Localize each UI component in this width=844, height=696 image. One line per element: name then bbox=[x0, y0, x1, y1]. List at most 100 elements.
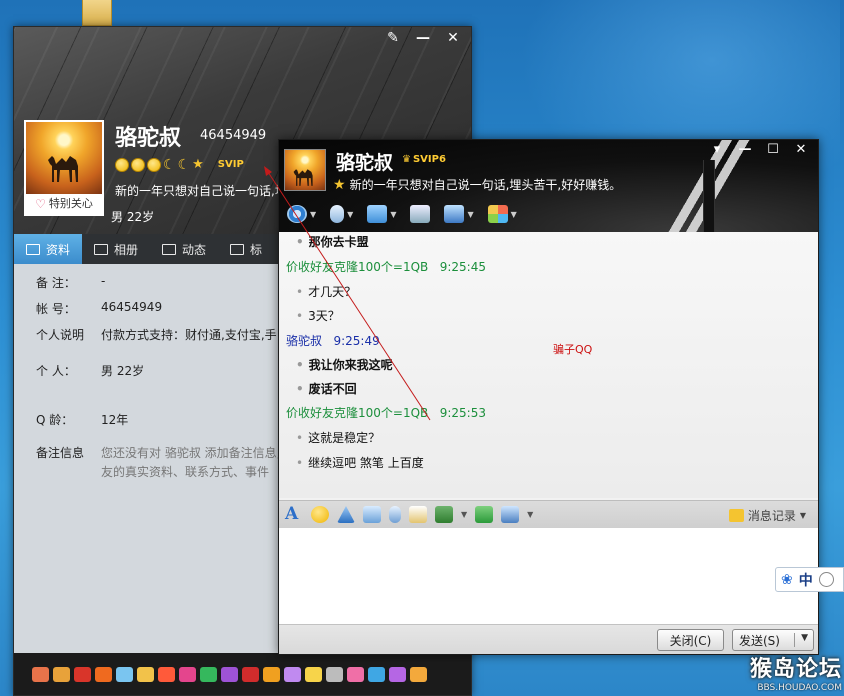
sender-name[interactable]: 价收好友克隆100个=1QB bbox=[286, 260, 428, 274]
tab-tags[interactable]: 标 bbox=[218, 234, 274, 264]
video-call-button[interactable]: ▼ bbox=[287, 205, 316, 223]
maximize-button[interactable]: ☐ bbox=[760, 141, 786, 159]
minimize-button[interactable]: — bbox=[732, 141, 758, 159]
rose-diamond-icon[interactable] bbox=[347, 666, 364, 682]
menu-button[interactable]: ▾ bbox=[704, 141, 730, 159]
voice-message-icon[interactable] bbox=[389, 506, 401, 523]
contact-avatar[interactable] bbox=[284, 149, 326, 191]
info-description: 个人说明 付款方式支持：财付通,支付宝,手 bbox=[36, 326, 277, 343]
tab-label: 动态 bbox=[182, 242, 207, 257]
red-diamond-icon[interactable] bbox=[74, 666, 91, 682]
info-account: 帐 号： 46454949 bbox=[36, 300, 162, 317]
skin-button[interactable]: ✎ bbox=[379, 29, 407, 47]
paw-icon[interactable]: ❀ bbox=[781, 572, 793, 588]
message-body: 才几天？ bbox=[286, 283, 356, 300]
close-chat-button[interactable]: 关闭(C) bbox=[657, 629, 724, 651]
emoji-icon[interactable] bbox=[311, 506, 329, 523]
ime-toolbar[interactable]: ❀ 中 bbox=[775, 567, 844, 592]
message-header: 价收好友克隆100个=1QB 9:25:53 bbox=[286, 404, 486, 421]
profile-signature: 新的一年只想对自己说一句话,埋 bbox=[115, 184, 287, 198]
svip-label: SVIP6 bbox=[412, 154, 446, 165]
close-button[interactable]: ✕ bbox=[439, 29, 467, 47]
tab-label: 相册 bbox=[114, 242, 139, 257]
contact-name[interactable]: 骆驼叔 bbox=[336, 148, 393, 175]
camel-icon bbox=[48, 156, 78, 182]
voice-call-button[interactable]: ▼ bbox=[330, 205, 353, 223]
avatar[interactable]: ♡ 特别关心 bbox=[24, 120, 104, 216]
microphone-icon bbox=[330, 205, 345, 223]
avatar-image bbox=[26, 122, 102, 194]
screen-share-icon[interactable] bbox=[501, 506, 520, 523]
heart-badge-icon[interactable] bbox=[32, 666, 49, 682]
message-list[interactable]: 那你去卡盟 价收好友克隆100个=1QB 9:25:45 才几天？ 3天？ 骆驼… bbox=[279, 232, 818, 498]
svip-badge[interactable]: ♛ SVIP6 bbox=[402, 154, 446, 165]
red-gem-icon[interactable] bbox=[242, 666, 259, 682]
chevron-down-icon: ▼ bbox=[347, 209, 354, 219]
book-badge-icon[interactable] bbox=[263, 666, 280, 682]
message-history-button[interactable]: 消息记录 ▼ bbox=[728, 507, 806, 524]
game-badge-icon[interactable] bbox=[95, 666, 112, 682]
violet-diamond-icon[interactable] bbox=[284, 666, 301, 682]
tie-graphic bbox=[703, 160, 715, 232]
tab-feed[interactable]: 动态 bbox=[150, 234, 218, 264]
close-button[interactable]: ✕ bbox=[788, 141, 814, 159]
profile-sex-age: 男 22岁 bbox=[111, 210, 155, 224]
chevron-down-icon[interactable]: ▼ bbox=[527, 510, 533, 519]
green-diamond-icon[interactable] bbox=[200, 666, 217, 682]
group-chat-button[interactable] bbox=[410, 205, 431, 223]
info-value[interactable]: 您还没有对 骆驼叔 添加备注信息,友的真实资料、联系方式、事件 bbox=[101, 444, 281, 482]
silver-diamond-icon[interactable] bbox=[326, 666, 343, 682]
gold-diamond-icon[interactable] bbox=[305, 666, 322, 682]
file-transfer-button[interactable]: ▼ bbox=[367, 205, 396, 223]
contact-signature: ★ 新的一年只想对自己说一句话,埋头苦干,好好赚钱。 bbox=[333, 176, 621, 193]
emoji-icon[interactable] bbox=[818, 572, 834, 587]
watermark: 猴岛论坛 BBS.HOUDAO.COM bbox=[722, 651, 842, 695]
shake-icon[interactable] bbox=[337, 506, 355, 523]
screen-capture-icon[interactable] bbox=[363, 506, 381, 523]
chevron-down-icon[interactable]: ▼ bbox=[801, 633, 808, 643]
note-icon[interactable] bbox=[409, 506, 427, 523]
purple-diamond-icon[interactable] bbox=[221, 666, 238, 682]
chat-window-controls: ▾ — ☐ ✕ bbox=[704, 141, 814, 159]
svip-badge[interactable]: SVIP bbox=[218, 159, 244, 170]
tab-profile[interactable]: 资料 bbox=[14, 234, 83, 264]
yellow-diamond-icon[interactable] bbox=[137, 666, 154, 682]
info-value: 男 22岁 bbox=[101, 364, 145, 378]
apps-button[interactable]: ▼ bbox=[487, 205, 517, 223]
pink-diamond-icon[interactable] bbox=[179, 666, 196, 682]
info-key: 个人说明 bbox=[36, 328, 85, 342]
font-icon[interactable]: A bbox=[285, 506, 303, 523]
blue-diamond-icon[interactable] bbox=[116, 666, 133, 682]
info-value: 12年 bbox=[101, 413, 129, 427]
remote-desktop-button[interactable]: ▼ bbox=[444, 205, 474, 223]
apps-grid-icon bbox=[487, 205, 508, 223]
ime-mode[interactable]: 中 bbox=[799, 570, 813, 590]
send-button[interactable]: 发送(S) ▼ bbox=[732, 629, 814, 651]
video-badge-icon[interactable] bbox=[158, 666, 175, 682]
tab-album[interactable]: 相册 bbox=[82, 234, 150, 264]
minimize-button[interactable]: — bbox=[409, 29, 437, 47]
lilac-diamond-icon[interactable] bbox=[389, 666, 406, 682]
chevron-down-icon[interactable]: ▼ bbox=[461, 510, 467, 519]
level-badges[interactable]: ☾ ☾ ★ SVIP bbox=[115, 157, 244, 172]
sender-name[interactable]: 价收好友克隆100个=1QB bbox=[286, 406, 428, 420]
smile-badge-icon[interactable] bbox=[410, 666, 427, 682]
info-value: 付款方式支持：财付通,支付宝,手 bbox=[101, 328, 277, 342]
crown-badge-icon[interactable] bbox=[53, 666, 70, 682]
star-badge-icon[interactable] bbox=[368, 666, 385, 682]
folder-icon[interactable] bbox=[82, 0, 112, 26]
message-input[interactable] bbox=[279, 528, 818, 624]
sun-level-icon bbox=[115, 157, 129, 172]
add-chat-icon bbox=[410, 205, 431, 223]
tab-label: 标 bbox=[250, 242, 263, 257]
chevron-down-icon: ▼ bbox=[799, 511, 806, 520]
vip-icons-bar bbox=[14, 653, 471, 695]
chat-header: ▾ — ☐ ✕ 骆驼叔 ♛ SVIP6 ★ 新的一年只想对自己说一句话,埋头苦干… bbox=[279, 140, 818, 232]
music-icon[interactable] bbox=[475, 506, 494, 523]
info-personal: 个 人： 男 22岁 bbox=[36, 362, 144, 379]
info-value[interactable]: - bbox=[101, 274, 105, 291]
sender-name[interactable]: 骆驼叔 bbox=[286, 334, 322, 348]
special-care-label: 特别关心 bbox=[48, 197, 93, 210]
special-care[interactable]: ♡ 特别关心 bbox=[26, 194, 102, 214]
image-icon[interactable] bbox=[435, 506, 453, 523]
